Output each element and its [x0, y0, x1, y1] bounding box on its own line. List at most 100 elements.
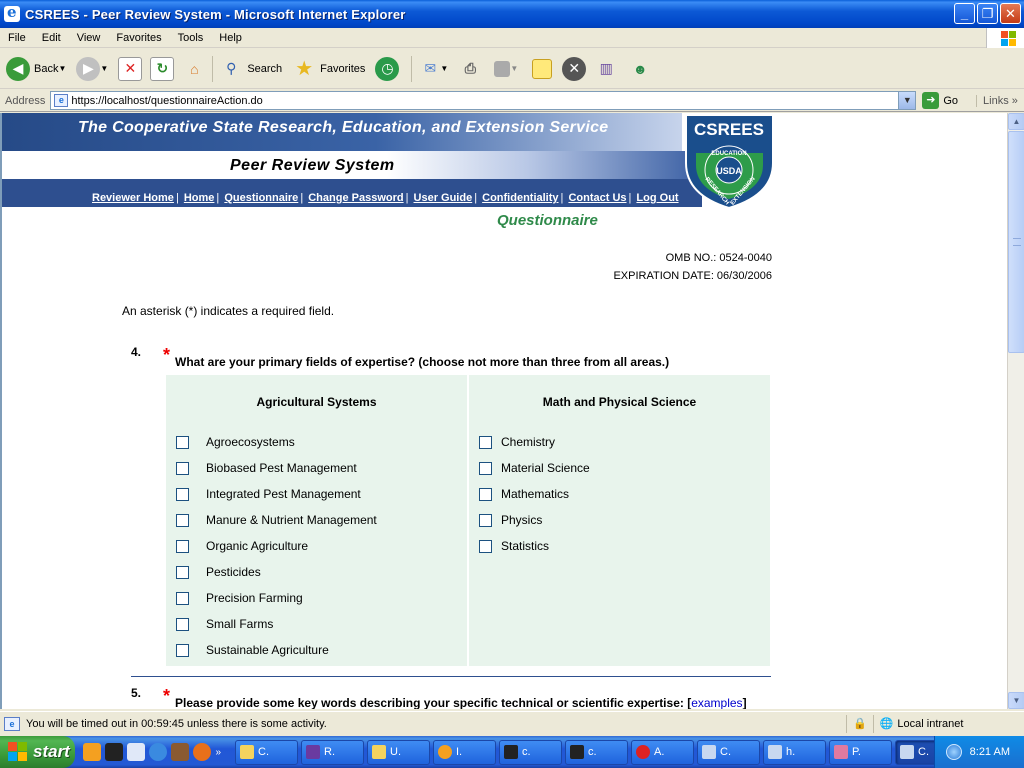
chevron-down-icon[interactable]: ▼: [440, 64, 448, 73]
discuss-icon[interactable]: [532, 58, 553, 79]
option-chemistry[interactable]: Chemistry: [479, 435, 555, 449]
nav-reviewer-home[interactable]: Reviewer Home: [92, 192, 174, 204]
address-input[interactable]: e https://localhost/questionnaireAction.…: [50, 91, 917, 110]
checkbox[interactable]: [176, 513, 189, 527]
menu-favorites[interactable]: Favorites: [108, 32, 169, 44]
messenger-icon[interactable]: ☻: [628, 57, 652, 81]
scroll-thumb[interactable]: [1008, 131, 1024, 353]
menu-view[interactable]: View: [69, 32, 109, 44]
option-small-farms[interactable]: Small Farms: [176, 617, 273, 631]
task-button[interactable]: U.: [367, 739, 430, 765]
forward-button[interactable]: ▶ ▼: [76, 56, 108, 81]
nav-contact-us[interactable]: Contact Us: [568, 192, 626, 204]
checkbox[interactable]: [176, 435, 189, 449]
menu-bar: File Edit View Favorites Tools Help: [0, 28, 1024, 48]
checkbox[interactable]: [176, 643, 189, 657]
chevron-right-icon[interactable]: »: [215, 747, 221, 758]
research-icon[interactable]: ▥: [594, 57, 618, 81]
ie-icon[interactable]: [149, 743, 168, 761]
nav-home[interactable]: Home: [184, 192, 215, 204]
option-integrated-pest-management[interactable]: Integrated Pest Management: [176, 487, 361, 501]
menu-help[interactable]: Help: [211, 32, 250, 44]
option-mathematics[interactable]: Mathematics: [479, 487, 569, 501]
task-button[interactable]: C.: [697, 739, 760, 765]
start-button[interactable]: start: [0, 736, 76, 768]
nav-confidentiality[interactable]: Confidentiality: [482, 192, 558, 204]
chevron-down-icon[interactable]: ▼: [898, 92, 916, 109]
print-icon[interactable]: ⎙: [458, 57, 482, 81]
task-button[interactable]: c.: [499, 739, 562, 765]
option-biobased-pest-management[interactable]: Biobased Pest Management: [176, 461, 357, 475]
task-button[interactable]: P.: [829, 739, 892, 765]
csrees-logo: CSREES USDA EDUCATION RESEARCH EXTENSION: [685, 114, 774, 209]
examples-link[interactable]: examples: [691, 696, 742, 709]
restore-button[interactable]: ❐: [977, 3, 998, 24]
omb-number: OMB NO.: 0524-0040: [665, 252, 772, 264]
stop-icon[interactable]: ✕: [118, 56, 143, 81]
option-manure-nutrient-management[interactable]: Manure & Nutrient Management: [176, 513, 377, 527]
checkbox[interactable]: [176, 539, 189, 553]
vertical-scrollbar[interactable]: ▲ ▼: [1007, 113, 1024, 709]
checkbox[interactable]: [176, 617, 189, 631]
app-icon[interactable]: [171, 743, 190, 761]
checkbox[interactable]: [479, 461, 492, 475]
back-button[interactable]: ◀ Back ▼: [6, 56, 66, 81]
task-button[interactable]: c.: [565, 739, 628, 765]
mail-icon[interactable]: ✉: [418, 57, 442, 81]
block-icon[interactable]: ✕: [562, 56, 587, 81]
option-organic-agriculture[interactable]: Organic Agriculture: [176, 539, 308, 553]
nav-user-guide[interactable]: User Guide: [414, 192, 473, 204]
menu-file[interactable]: File: [0, 32, 34, 44]
close-button[interactable]: ✕: [1000, 3, 1021, 24]
option-pesticides[interactable]: Pesticides: [176, 565, 261, 579]
go-button[interactable]: ➜ Go: [922, 92, 958, 109]
checkbox[interactable]: [176, 461, 189, 475]
task-button[interactable]: C.: [235, 739, 298, 765]
home-icon[interactable]: ⌂: [182, 57, 206, 81]
command-prompt-icon[interactable]: [105, 743, 124, 761]
checkbox[interactable]: [176, 487, 189, 501]
checkbox[interactable]: [176, 591, 189, 605]
task-button[interactable]: I.: [433, 739, 496, 765]
option-precision-farming[interactable]: Precision Farming: [176, 591, 303, 605]
settings-icon[interactable]: [127, 743, 146, 761]
scroll-up-button[interactable]: ▲: [1008, 113, 1024, 130]
option-material-science[interactable]: Material Science: [479, 461, 590, 475]
address-label: Address: [5, 94, 46, 107]
menu-tools[interactable]: Tools: [170, 32, 212, 44]
clock-icon[interactable]: [83, 743, 102, 761]
chevron-down-icon[interactable]: ▼: [58, 64, 66, 73]
task-button[interactable]: A.: [631, 739, 694, 765]
favorites-button[interactable]: ★ Favorites: [292, 57, 365, 81]
toolbar: ◀ Back ▼ ▶ ▼ ✕ ↻ ⌂ ⚲ Search ★ Favorites …: [0, 49, 1024, 89]
minimize-button[interactable]: _: [954, 3, 975, 24]
checkbox[interactable]: [479, 539, 492, 553]
firefox-icon[interactable]: [193, 743, 212, 761]
option-statistics[interactable]: Statistics: [479, 539, 549, 553]
question-number: 5.: [131, 686, 142, 700]
network-icon[interactable]: [945, 744, 962, 760]
chevron-down-icon[interactable]: ▼: [510, 64, 518, 73]
history-icon[interactable]: ◷: [375, 56, 400, 81]
search-button[interactable]: ⚲ Search: [219, 57, 282, 81]
task-button[interactable]: h.: [763, 739, 826, 765]
logo-text: CSREES: [694, 120, 764, 139]
option-physics[interactable]: Physics: [479, 513, 542, 527]
chevron-down-icon[interactable]: ▼: [100, 64, 108, 73]
checkbox[interactable]: [479, 487, 492, 501]
option-agroecosystems[interactable]: Agroecosystems: [176, 435, 295, 449]
scroll-down-button[interactable]: ▼: [1008, 692, 1024, 709]
refresh-icon[interactable]: ↻: [150, 56, 175, 81]
logo-ring-education: EDUCATION: [711, 151, 746, 157]
nav-log-out[interactable]: Log Out: [636, 192, 678, 204]
option-sustainable-agriculture[interactable]: Sustainable Agriculture: [176, 643, 329, 657]
nav-change-password[interactable]: Change Password: [308, 192, 403, 204]
menu-edit[interactable]: Edit: [34, 32, 69, 44]
checkbox[interactable]: [479, 513, 492, 527]
links-button[interactable]: Links »: [976, 94, 1018, 107]
task-button[interactable]: R.: [301, 739, 364, 765]
nav-questionnaire[interactable]: Questionnaire: [224, 192, 298, 204]
checkbox[interactable]: [176, 565, 189, 579]
edit-icon[interactable]: [494, 60, 511, 77]
checkbox[interactable]: [479, 435, 492, 449]
